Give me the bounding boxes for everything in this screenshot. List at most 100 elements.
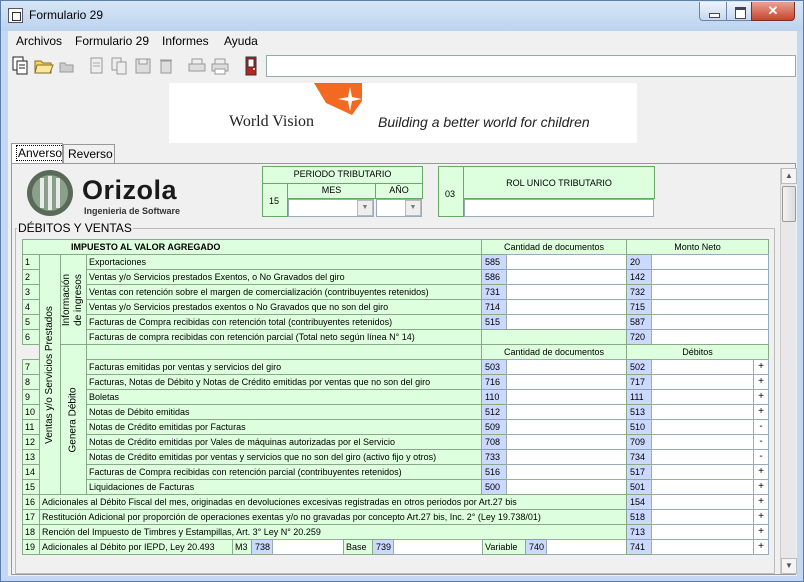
field-code: 515 [481, 314, 507, 330]
debito-input[interactable] [651, 359, 754, 375]
sign-cell: + [753, 404, 769, 420]
field-code: 510 [626, 419, 652, 435]
chevron-down-icon[interactable]: ▼ [357, 200, 373, 216]
rut-title-cell: ROL UNICO TRIBUTARIO [463, 166, 655, 199]
debitos-subheader: Débitos [626, 344, 769, 360]
monto-input[interactable] [651, 254, 769, 270]
monto-input[interactable] [651, 269, 769, 285]
row-label: Adicionales al Débito Fiscal del mes, or… [39, 494, 627, 510]
row-label: Ventas con retención sobre el margen de … [86, 284, 482, 300]
debito-input[interactable] [651, 479, 754, 495]
maximize-button[interactable] [726, 2, 752, 21]
toolbar-text-field[interactable] [266, 55, 796, 77]
periodo-code-cell: 15 [262, 183, 288, 217]
cantidad-input[interactable] [506, 374, 627, 390]
monto-input[interactable] [651, 284, 769, 300]
cantidad-input[interactable] [506, 314, 627, 330]
minimize-button[interactable] [699, 2, 727, 21]
cantidad-input[interactable] [506, 419, 627, 435]
debito-input[interactable] [651, 449, 754, 465]
delete-button[interactable] [155, 55, 177, 77]
print-button[interactable] [209, 55, 231, 77]
cantidad-subheader: Cantidad de documentos [481, 344, 627, 360]
menu-formulario-29[interactable]: Formulario 29 [75, 34, 149, 48]
field-code: 518 [626, 509, 652, 525]
row-label: Exportaciones [86, 254, 482, 270]
sign-cell: + [753, 359, 769, 375]
chevron-down-icon[interactable]: ▼ [405, 200, 421, 216]
debito-input[interactable] [651, 494, 754, 510]
title-bar[interactable]: Formulario 29 ✕ [1, 1, 803, 31]
monto-input[interactable] [651, 329, 769, 345]
copy-button[interactable] [109, 55, 131, 77]
mes-select[interactable]: ▼ [288, 199, 374, 217]
print-preview-button[interactable] [186, 55, 208, 77]
debito-input[interactable] [651, 434, 754, 450]
cantidad-input[interactable] [506, 299, 627, 315]
menu-ayuda[interactable]: Ayuda [224, 34, 258, 48]
new-document-button[interactable] [10, 55, 32, 77]
folder-disabled-icon [59, 62, 74, 73]
cantidad-input[interactable] [506, 434, 627, 450]
scroll-thumb[interactable] [782, 186, 796, 222]
monto-input[interactable] [651, 314, 769, 330]
vertical-scrollbar[interactable]: ▲ ▼ [780, 168, 797, 574]
banner-tagline: Building a better world for children [378, 114, 590, 130]
open-button[interactable] [33, 55, 55, 77]
cantidad-input[interactable] [506, 389, 627, 405]
scroll-up-icon[interactable]: ▲ [781, 168, 797, 184]
field-code: 709 [626, 434, 652, 450]
variable-input[interactable] [546, 539, 627, 555]
exit-button[interactable] [240, 55, 262, 77]
debito-input[interactable] [651, 389, 754, 405]
m3-input[interactable] [272, 539, 344, 555]
cantidad-input[interactable] [506, 284, 627, 300]
empty-cell [481, 329, 627, 345]
field-code: 142 [626, 269, 652, 285]
field-code: 111 [626, 389, 652, 405]
cantidad-input[interactable] [506, 269, 627, 285]
row-label: Facturas emitidas por ventas y servicios… [86, 359, 482, 375]
row-number: 1 [22, 254, 40, 270]
debito-input[interactable] [651, 539, 754, 555]
cantidad-input[interactable] [506, 359, 627, 375]
tab-anverso[interactable]: Anverso [11, 143, 65, 164]
rut-input[interactable] [464, 199, 654, 217]
cantidad-input[interactable] [506, 254, 627, 270]
field-code: 501 [626, 479, 652, 495]
debito-input[interactable] [651, 404, 754, 420]
debito-input[interactable] [651, 509, 754, 525]
close-button[interactable]: ✕ [751, 2, 795, 21]
field-code: 734 [626, 449, 652, 465]
cantidad-input[interactable] [506, 404, 627, 420]
menu-archivos[interactable]: Archivos [16, 34, 62, 48]
folder-button[interactable] [56, 55, 78, 77]
field-code: 741 [626, 539, 652, 555]
base-input[interactable] [393, 539, 483, 555]
debito-input[interactable] [651, 374, 754, 390]
field-code: 716 [481, 374, 507, 390]
debito-input[interactable] [651, 524, 754, 540]
cantidad-input[interactable] [506, 449, 627, 465]
row-number: 19 [22, 539, 40, 555]
page-button[interactable] [86, 55, 108, 77]
monto-input[interactable] [651, 299, 769, 315]
row-number: 7 [22, 359, 40, 375]
field-code: 732 [626, 284, 652, 300]
sign-cell: + [753, 464, 769, 480]
scroll-down-icon[interactable]: ▼ [781, 558, 797, 574]
vertical-label-genera-debito: Genera Débito [60, 344, 87, 495]
row-label: Facturas de Compra recibidas con retenci… [86, 464, 482, 480]
debito-input[interactable] [651, 464, 754, 480]
tab-reverso[interactable]: Reverso [63, 144, 115, 163]
field-code: 509 [481, 419, 507, 435]
field-code: 733 [481, 449, 507, 465]
cantidad-input[interactable] [506, 464, 627, 480]
menu-informes[interactable]: Informes [162, 34, 209, 48]
debito-input[interactable] [651, 419, 754, 435]
save-button[interactable] [132, 55, 154, 77]
row-label: Restitución Adicional por proporción de … [39, 509, 627, 525]
cantidad-input[interactable] [506, 479, 627, 495]
row-number: 5 [22, 314, 40, 330]
anio-select[interactable]: ▼ [376, 199, 422, 217]
